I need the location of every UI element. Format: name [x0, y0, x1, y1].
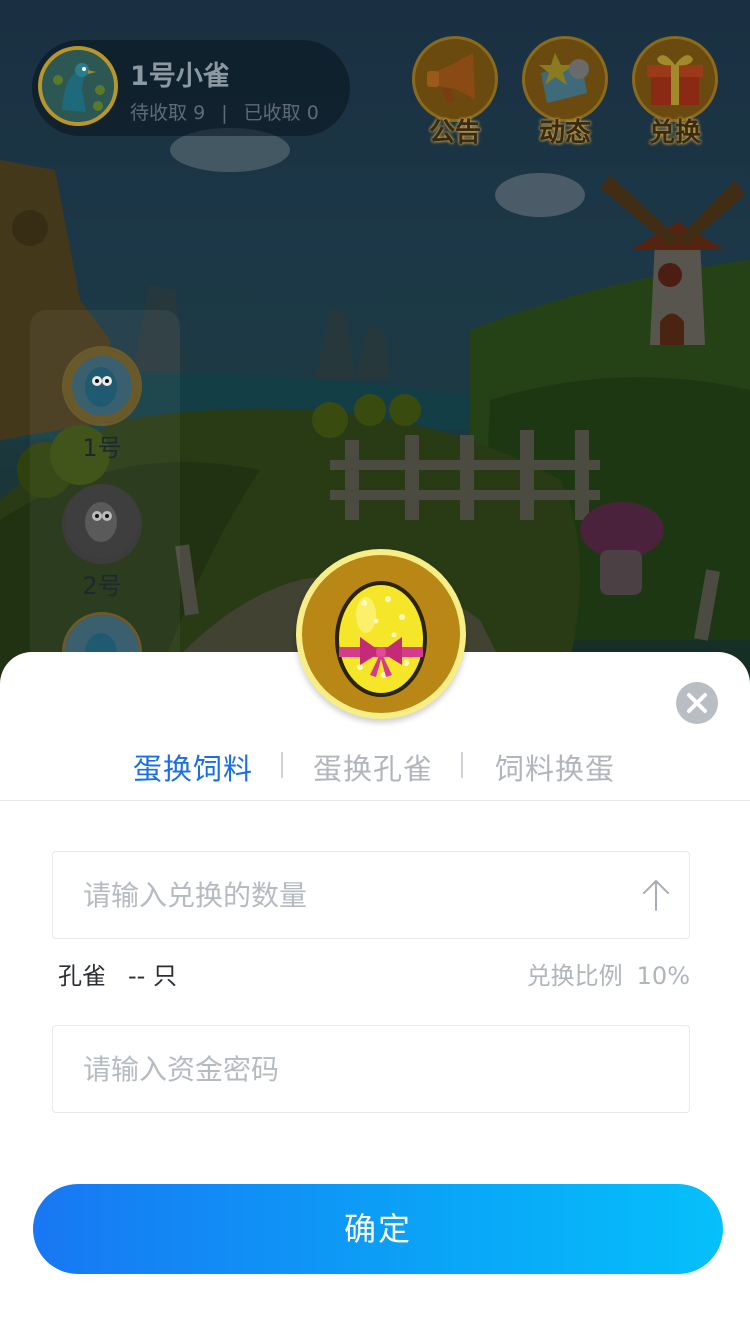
amount-input[interactable] [83, 852, 623, 938]
egg-badge-inner [302, 555, 460, 713]
peacock-list-item[interactable]: 1号 [62, 346, 142, 463]
exchange-label: 兑换 [648, 118, 701, 148]
egg-icon [335, 581, 427, 697]
peacock-list-label: 1号 [82, 434, 122, 462]
user-stats: 待收取 9 | 已收取 0 [130, 98, 319, 125]
peacock-icon [42, 50, 114, 122]
exchange-info-row: 孔雀 -- 只 兑换比例 10% [58, 956, 690, 992]
peacock-list-label: 2号 [82, 572, 122, 600]
tab-divider [461, 752, 463, 778]
tab-egg-to-peacock[interactable]: 蛋换孔雀 [313, 746, 433, 788]
megaphone-icon [412, 36, 498, 122]
collected-label: 已收取 [243, 102, 301, 124]
exchange-button[interactable]: 兑换 [630, 36, 720, 148]
stats-divider: | [221, 102, 228, 124]
egg-badge [296, 549, 466, 719]
peacock-avatar [62, 484, 142, 564]
peacock-avatar [62, 346, 142, 426]
exchange-rate: 兑换比例 10% [527, 956, 690, 991]
activity-label: 动态 [538, 118, 591, 148]
amount-field[interactable] [52, 851, 690, 939]
peacock-avatar [38, 46, 118, 126]
arrow-up-icon[interactable] [641, 878, 671, 912]
result-summary: 孔雀 -- 只 [58, 956, 177, 991]
user-info-pill[interactable]: 1号小雀 待收取 9 | 已收取 0 [32, 40, 350, 136]
password-field[interactable] [52, 1025, 690, 1113]
tab-divider [281, 752, 283, 778]
announcement-button[interactable]: 公告 [410, 36, 500, 148]
peacock-icon [65, 484, 139, 558]
exchange-rate-label: 兑换比例 [526, 962, 623, 990]
collected-count: 0 [306, 102, 319, 124]
tab-egg-to-feed[interactable]: 蛋换饲料 [133, 746, 253, 788]
pending-label: 待收取 [130, 102, 188, 124]
peacock-icon [65, 349, 139, 423]
activity-button[interactable]: 动态 [520, 36, 610, 148]
close-icon [687, 693, 707, 713]
user-name: 1号小雀 [130, 61, 230, 92]
exchange-tabs: 蛋换饲料 蛋换孔雀 饲料换蛋 [0, 732, 750, 801]
confirm-button[interactable]: 确定 [33, 1184, 723, 1274]
announcement-label: 公告 [428, 118, 481, 148]
exchange-rate-value: 10% [636, 962, 690, 990]
close-button[interactable] [676, 682, 718, 724]
result-item-count: -- 只 [128, 962, 177, 990]
peacock-list-item[interactable]: 2号 [62, 484, 142, 601]
news-icon [522, 36, 608, 122]
pending-count: 9 [193, 102, 206, 124]
gift-icon [632, 36, 718, 122]
result-item-label: 孔雀 [58, 962, 106, 990]
password-input[interactable] [83, 1026, 623, 1112]
tab-feed-to-egg[interactable]: 饲料换蛋 [495, 746, 615, 788]
